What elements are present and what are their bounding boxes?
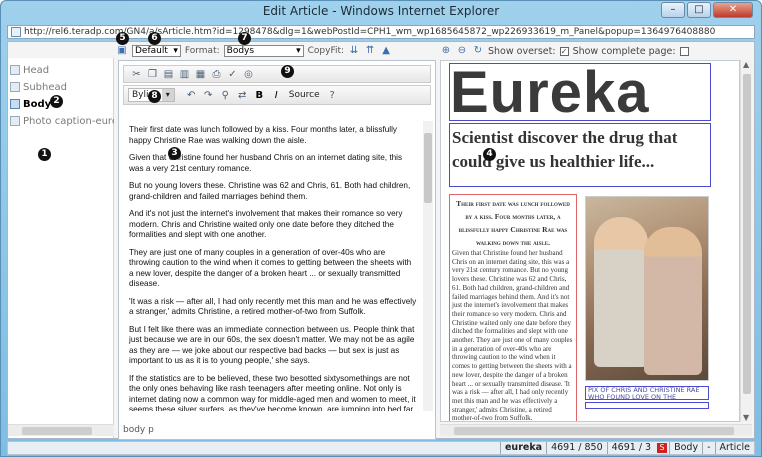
- style-list-scrollbar[interactable]: [8, 424, 114, 436]
- lead-text: Their first date was lunch followed by a…: [456, 199, 570, 247]
- source-button[interactable]: Source: [287, 90, 322, 100]
- save-icon[interactable]: ▣: [116, 45, 128, 57]
- status-separator: -: [702, 442, 714, 454]
- paragraph: If the statistics are to be believed, th…: [129, 373, 416, 412]
- paragraph: Their first date was lunch followed by a…: [129, 125, 398, 145]
- marker-2: 2: [50, 95, 63, 108]
- replace-icon[interactable]: ⇄: [236, 89, 249, 102]
- preview-scrollbar[interactable]: ▲ ▼: [740, 60, 752, 422]
- copyfit-label: CopyFit:: [307, 46, 345, 56]
- preview-toolbar: ⊕ ⊖ ↻ Show overset: ✓ Show complete page…: [440, 44, 754, 58]
- style-icon: [10, 116, 20, 126]
- zoom-out-icon[interactable]: ⊖: [456, 45, 468, 57]
- article-photo[interactable]: [585, 196, 709, 381]
- cut-icon[interactable]: ✂: [130, 68, 143, 81]
- scroll-thumb[interactable]: [454, 427, 734, 435]
- special-char-icon[interactable]: ◎: [242, 68, 255, 81]
- paragraph: 'It was a risk — after all, I had only r…: [129, 296, 417, 317]
- refresh-icon[interactable]: ↻: [472, 45, 484, 57]
- style-list: Head Subhead Body Photo caption-eureka: [8, 58, 114, 438]
- style-icon: [10, 82, 20, 92]
- marker-3: 3: [168, 147, 181, 160]
- show-complete-page-label: Show complete page:: [572, 45, 676, 57]
- paragraph: But I felt like there was an immediate c…: [129, 324, 415, 366]
- photo-person: [594, 217, 648, 367]
- element-path: body p: [123, 425, 154, 435]
- browser-window: Edit Article - Windows Internet Explorer…: [0, 0, 762, 457]
- italic-button[interactable]: I: [270, 89, 283, 102]
- print-icon[interactable]: ⎙: [210, 68, 223, 81]
- window-title: Edit Article - Windows Internet Explorer: [262, 4, 500, 18]
- paragraph: But no young lovers these. Christine was…: [129, 181, 411, 201]
- body-frame[interactable]: Their first date was lunch followed by a…: [449, 194, 577, 422]
- marker-5: 5: [116, 32, 129, 45]
- caption-line-frame[interactable]: [585, 402, 709, 409]
- marker-6: 6: [148, 32, 161, 45]
- format-label: Format:: [184, 46, 220, 56]
- undo-icon[interactable]: ↶: [185, 89, 198, 102]
- zoom-in-icon[interactable]: ⊕: [440, 45, 452, 57]
- style-item-photo-caption[interactable]: Photo caption-eureka: [10, 113, 114, 129]
- status-type: Article: [714, 442, 754, 454]
- close-button[interactable]: ✕: [713, 2, 753, 18]
- status-style: Body: [669, 442, 702, 454]
- copyfit-shrink-icon[interactable]: ⇊: [348, 45, 360, 57]
- editor-text-area[interactable]: Their first date was lunch followed by a…: [123, 121, 423, 411]
- scroll-thumb[interactable]: [743, 74, 751, 394]
- find-icon[interactable]: ⚲: [219, 89, 232, 102]
- paste-icon[interactable]: ▤: [162, 68, 175, 81]
- article-toolbar: ▣ Default Format: Bodys CopyFit: ⇊ ⇈ ▲: [116, 44, 438, 58]
- scroll-thumb[interactable]: [424, 133, 432, 203]
- style-select[interactable]: Default: [132, 45, 181, 57]
- marker-4: 4: [483, 148, 496, 161]
- editor-content: ▣ Default Format: Bodys CopyFit: ⇊ ⇈ ▲ H…: [7, 32, 755, 440]
- style-icon: [10, 65, 20, 75]
- scroll-up-icon[interactable]: ▲: [743, 60, 749, 69]
- headline-frame[interactable]: Eureka: [449, 63, 711, 122]
- body-text: Given that Christine found her husband C…: [452, 249, 573, 422]
- editor-toolbar-2: Byline ↶ ↷ ⚲ ⇄ B I Source ?: [123, 85, 431, 105]
- maximize-button[interactable]: □: [687, 2, 711, 18]
- marker-1: 1: [38, 148, 51, 161]
- redo-icon[interactable]: ↷: [202, 89, 215, 102]
- show-complete-page-checkbox[interactable]: [679, 46, 689, 56]
- bold-button[interactable]: B: [253, 89, 266, 102]
- spellcheck-icon[interactable]: ✓: [226, 68, 239, 81]
- editor-scrollbar[interactable]: [423, 121, 433, 411]
- paragraph: They are just one of many couples in a g…: [129, 247, 412, 289]
- status-line-count: 4691 / 3: [606, 442, 655, 454]
- copyfit-expand-icon[interactable]: ⇈: [364, 45, 376, 57]
- marker-8: 8: [148, 90, 161, 103]
- minimize-button[interactable]: –: [661, 2, 685, 18]
- editor-toolbar-1: ✂ ❐ ▤ ▥ ▦ ⎙ ✓ ◎: [123, 65, 431, 83]
- format-select[interactable]: Bodys: [223, 45, 304, 57]
- caption-frame[interactable]: PIX OF CHRIS AND CHRISTINE RAE WHO FOUND…: [585, 386, 709, 400]
- photo-person: [644, 227, 702, 375]
- show-overset-label: Show overset:: [488, 45, 556, 57]
- style-icon: [10, 99, 20, 109]
- paragraph: And it's not just the internet's involve…: [129, 209, 403, 239]
- style-item-subhead[interactable]: Subhead: [10, 79, 114, 95]
- text-editor: ✂ ❐ ▤ ▥ ▦ ⎙ ✓ ◎ Byline ↶ ↷ ⚲ ⇄ B I Sourc…: [118, 60, 436, 440]
- page-preview[interactable]: Eureka Scientist discover the drug that …: [440, 60, 740, 422]
- paste-word-icon[interactable]: ▦: [194, 68, 207, 81]
- copyfit-up-icon[interactable]: ▲: [380, 45, 392, 57]
- preview-hscrollbar[interactable]: [440, 424, 752, 436]
- status-badge: S: [657, 443, 668, 453]
- copy-icon[interactable]: ❐: [146, 68, 159, 81]
- marker-7: 7: [238, 32, 251, 45]
- paste-text-icon[interactable]: ▥: [178, 68, 191, 81]
- status-article-name: eureka: [499, 442, 546, 454]
- status-bar: eureka 4691 / 850 4691 / 3 S Body - Arti…: [7, 441, 755, 455]
- marker-9: 9: [281, 65, 294, 78]
- status-char-count: 4691 / 850: [546, 442, 607, 454]
- scroll-down-icon[interactable]: ▼: [743, 413, 749, 422]
- page-icon: [11, 27, 21, 37]
- style-item-head[interactable]: Head: [10, 62, 114, 78]
- title-bar: Edit Article - Windows Internet Explorer…: [1, 1, 761, 21]
- show-overset-checkbox[interactable]: ✓: [559, 46, 569, 56]
- scroll-thumb[interactable]: [22, 427, 92, 435]
- help-icon[interactable]: ?: [326, 89, 339, 102]
